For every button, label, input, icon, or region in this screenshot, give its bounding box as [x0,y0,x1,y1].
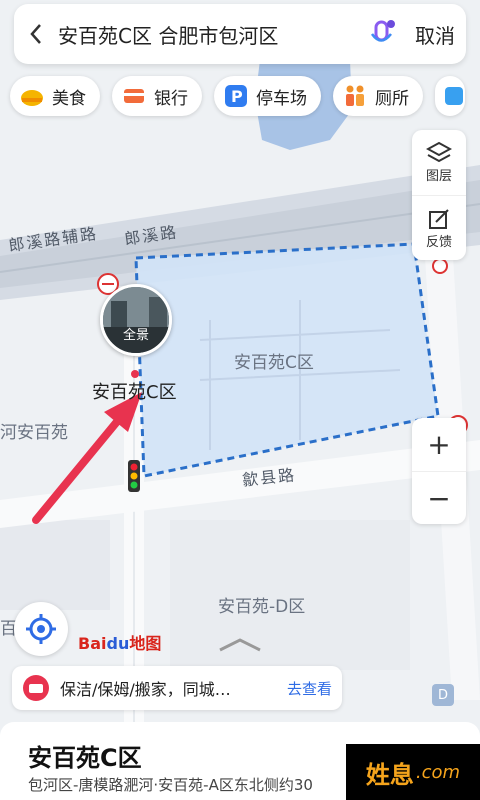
logo-map: 地图 [129,634,162,653]
category-chips: 美食 银行 P 停车场 厕所 [10,76,465,116]
chip-toilet-label: 厕所 [375,88,409,109]
watermark: 姓息 .com [346,744,480,800]
layers-button[interactable]: 图层 [412,130,466,195]
chip-more[interactable] [435,76,465,116]
layers-label: 图层 [425,169,452,184]
chip-parking-label: 停车场 [256,88,307,109]
promo-action-link[interactable]: 去查看 [287,678,342,699]
food-icon [20,84,44,108]
area-label-c: 安百苑C区 [234,353,314,373]
map-tools-panel: 图层 反馈 [412,130,466,260]
layers-icon [426,141,452,163]
panorama-image [103,287,169,353]
zoom-controls: + − [412,418,466,524]
feedback-icon [429,208,449,229]
area-label-left: 河安百苑 [0,423,68,443]
baidu-map-logo: Baidu地图 [78,630,161,654]
panorama-label: 全景 [122,328,149,343]
feedback-label: 反馈 [425,234,452,250]
locate-button[interactable] [14,602,68,656]
cancel-button[interactable]: 取消 [404,20,466,49]
more-category-icon [443,84,465,108]
chevron-up-icon[interactable] [216,636,264,656]
zoom-out-button[interactable]: − [412,471,466,524]
chip-toilet[interactable]: 厕所 [333,76,423,116]
search-query[interactable]: 安百苑C区 合肥市包河区 [58,20,360,49]
watermark-main: 姓息 [365,760,414,789]
bank-icon [122,84,146,108]
search-bar[interactable]: 安百苑C区 合肥市包河区 取消 [14,4,466,64]
chip-parking[interactable]: P 停车场 [214,76,321,116]
chip-food[interactable]: 美食 [10,76,100,116]
place-address: 包河区-唐模路淝河·安百苑-A区东北侧约30 [28,776,313,794]
toilet-icon [343,84,367,108]
back-icon[interactable] [14,4,58,64]
logo-bai: Bai [78,634,107,653]
svg-text:P: P [231,87,243,106]
parking-icon: P [224,84,248,108]
voice-assistant-icon[interactable] [360,4,404,64]
panorama-thumbnail[interactable]: 全景 [100,284,172,356]
service-icon [12,674,60,702]
watermark-domain: .com [415,761,461,783]
map-badge-d: D [432,684,454,706]
logo-du: du [106,634,130,653]
promo-banner[interactable]: 保洁/保姆/搬家，同城… 去查看 [12,666,342,710]
chip-food-label: 美食 [52,88,86,109]
area-label-d: 安百苑-D区 [218,597,306,617]
feedback-button[interactable]: 反馈 [412,195,466,260]
marker-label-c[interactable]: 安百苑C区 [92,378,177,404]
place-title: 安百苑C区 [28,744,142,772]
promo-text: 保洁/保姆/搬家，同城… [60,680,231,699]
chip-bank[interactable]: 银行 [112,76,202,116]
locate-icon [26,614,56,644]
zoom-in-button[interactable]: + [412,418,466,471]
chip-bank-label: 银行 [154,88,188,109]
